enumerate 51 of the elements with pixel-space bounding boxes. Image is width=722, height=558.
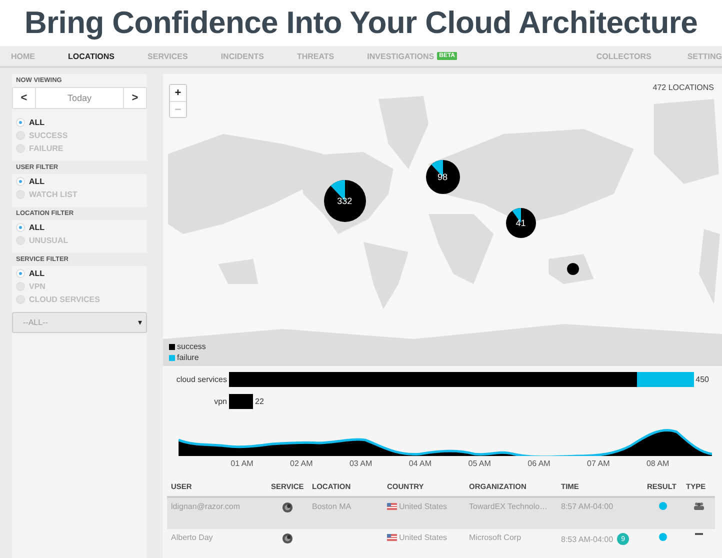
time-axis-label: 01 AM: [230, 459, 254, 468]
group-icon: [694, 502, 704, 510]
legend-label: success: [177, 342, 206, 351]
location-cell: Boston MA: [312, 502, 352, 511]
time-axis-label: 03 AM: [349, 459, 372, 468]
radio-label[interactable]: ALL: [29, 222, 45, 232]
time-axis-label: 05 AM: [468, 459, 491, 468]
time-cell: 8:57 AM-04:00: [561, 502, 614, 511]
radio-button[interactable]: [16, 118, 25, 126]
time-axis-label: 04 AM: [408, 459, 432, 468]
dash-icon: [694, 533, 702, 535]
bar-segment: [229, 394, 253, 409]
swirl-icon: [282, 502, 293, 513]
landmass: [218, 259, 258, 284]
bar-label: vpn: [213, 397, 228, 406]
organization-cell: Microsoft Corp: [469, 533, 522, 542]
headline: Bring Confidence Into Your Cloud Architecture: [24, 5, 698, 41]
pie-marker[interactable]: [426, 160, 460, 194]
radio-button[interactable]: [16, 222, 25, 232]
country-cell: United States: [399, 533, 448, 542]
radio-button[interactable]: [16, 268, 25, 278]
nav-tab[interactable]: LOCATIONS: [68, 52, 115, 60]
flag-icon: [387, 503, 397, 510]
radio-button[interactable]: [16, 176, 25, 186]
flag-icon: [387, 534, 397, 541]
time-cell: 8:53 AM-04:00: [561, 534, 614, 544]
bar-value: 450: [696, 375, 709, 384]
radio-label[interactable]: ALL: [29, 268, 45, 278]
marker-count: 41: [516, 218, 526, 228]
legend-label: failure: [177, 353, 199, 362]
pie-marker[interactable]: [324, 180, 366, 222]
pie-marker[interactable]: [566, 263, 579, 276]
bar-value: 22: [255, 397, 264, 406]
time-axis-label: 02 AM: [290, 459, 313, 468]
marker-count: 332: [337, 196, 352, 206]
user-cell: ldignan@razor.com: [171, 502, 240, 511]
radio-label[interactable]: ALL: [29, 118, 45, 126]
landmass: [363, 242, 408, 309]
location-count: 472 LOCATIONS: [652, 83, 714, 92]
service-dropdown[interactable]: --ALL-- ▾: [12, 312, 147, 333]
user-cell: Alberto Day: [171, 533, 213, 542]
time-axis-label: 06 AM: [528, 459, 550, 468]
pie-marker[interactable]: [506, 208, 536, 238]
country-cell: United States: [399, 502, 448, 511]
swirl-icon: [282, 533, 293, 544]
time-axis-label: 08 AM: [646, 459, 670, 468]
organization-cell: TowardEX Technolo…: [469, 502, 548, 511]
radio-label[interactable]: ALL: [29, 176, 45, 186]
marker-count: 98: [437, 172, 448, 182]
bar-label: cloud services: [175, 375, 228, 384]
time-axis-label: 07 AM: [587, 459, 610, 468]
